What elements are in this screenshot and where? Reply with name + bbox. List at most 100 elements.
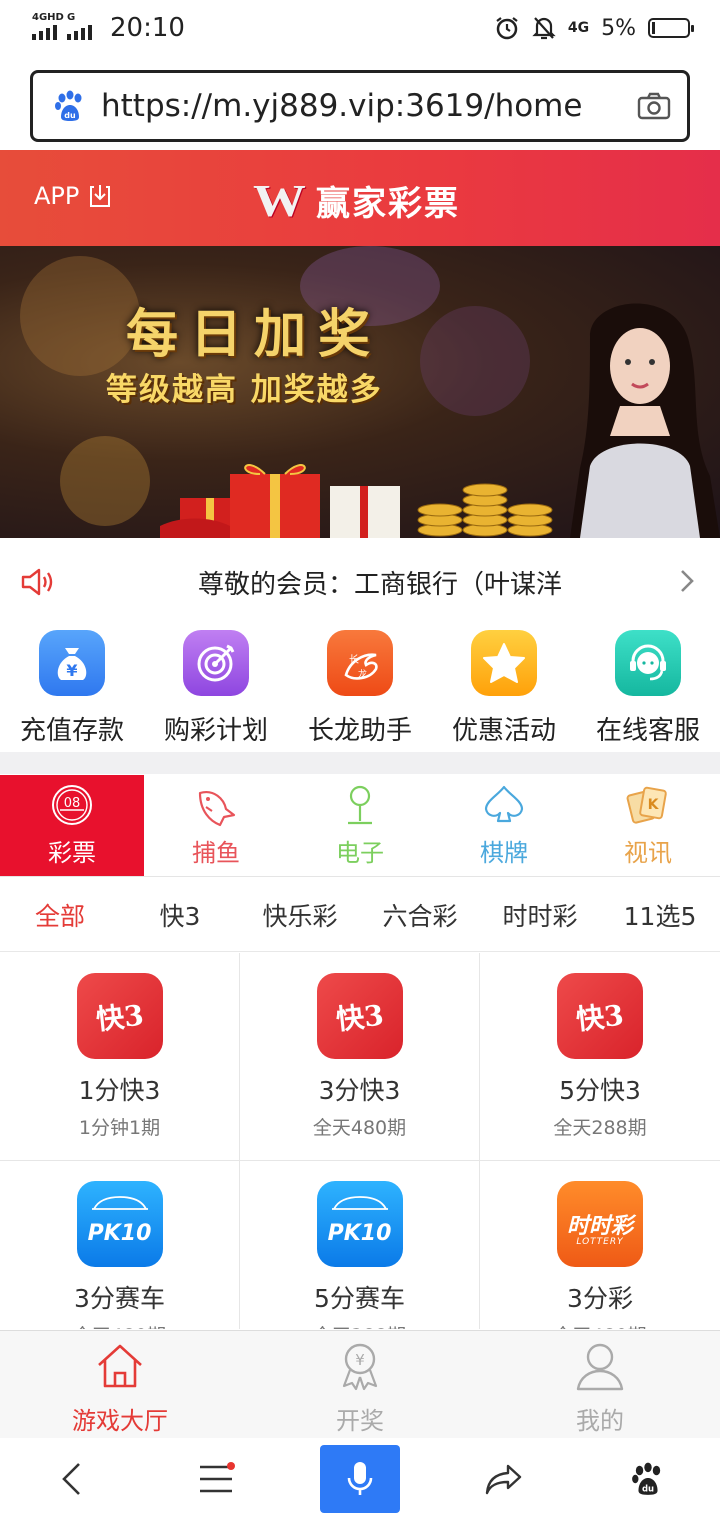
svg-text:du: du — [64, 111, 76, 120]
quick-link-deposit[interactable]: ¥ 充值存款 — [0, 630, 144, 752]
alarm-icon — [496, 17, 518, 40]
section-divider — [0, 752, 720, 774]
game-card[interactable]: 快3 3分快3 全天480期 — [240, 953, 480, 1161]
battery-percent: 5% — [601, 15, 636, 41]
target-icon — [183, 630, 249, 696]
back-button[interactable] — [0, 1461, 144, 1497]
model-photo — [570, 303, 720, 538]
screen: 4GHD G 20:10 4G 5% du https://m.yj889.vi… — [0, 0, 720, 1520]
baidu-home-button[interactable]: du — [576, 1461, 720, 1497]
game-schedule: 全天288期 — [313, 1321, 406, 1329]
subtab-k3[interactable]: 快3 — [120, 897, 240, 933]
game-name: 3分快3 — [318, 1076, 401, 1105]
nav-profile[interactable]: 我的 — [480, 1331, 720, 1438]
subtab-ssc[interactable]: 时时彩 — [480, 897, 600, 933]
tab-live-video[interactable]: K 视讯 — [576, 775, 720, 876]
game-card[interactable]: PK10 5分赛车 全天288期 — [240, 1161, 480, 1329]
menu-button[interactable] — [144, 1461, 288, 1497]
app-download-button[interactable]: APP — [34, 182, 113, 210]
signal-icon-2: G — [67, 12, 92, 40]
headset-icon — [615, 630, 681, 696]
nav-results[interactable]: ¥ 开奖 — [240, 1331, 480, 1438]
back-arrow-icon — [62, 1463, 80, 1495]
quick-links: ¥ 充值存款 购彩计划 长龙 长龙助手 优惠活动 在线客服 — [0, 630, 720, 752]
spade-icon — [484, 785, 524, 823]
tab-chess-cards[interactable]: 棋牌 — [432, 775, 576, 876]
signal-icon: 4GHD — [32, 12, 64, 40]
money-bag-icon: ¥ — [39, 630, 105, 696]
clock: 20:10 — [110, 13, 185, 43]
subtab-happy[interactable]: 快乐彩 — [240, 897, 360, 933]
network-4g-label: 4G — [567, 20, 590, 36]
lottery-badge: 08 — [64, 796, 81, 811]
game-schedule: 1分钟1期 — [78, 1117, 161, 1139]
quick-link-promotions[interactable]: 优惠活动 — [432, 630, 576, 752]
camera-icon[interactable] — [637, 92, 671, 120]
game-name: 5分赛车 — [314, 1284, 405, 1313]
user-icon — [576, 1343, 624, 1391]
ssc-logo-icon: 时时彩 LOTTERY — [557, 1181, 643, 1267]
star-icon — [471, 630, 537, 696]
svg-text:长: 长 — [349, 654, 359, 666]
status-bar: 4GHD G 20:10 4G 5% — [0, 0, 720, 56]
notice-text: 尊敬的会员：工商银行（叶谋洋 — [198, 570, 563, 600]
tab-electronic[interactable]: 电子 — [288, 775, 432, 876]
nav-label: 我的 — [576, 1407, 624, 1435]
tab-lottery[interactable]: 08 彩票 — [0, 775, 144, 876]
game-card[interactable]: PK10 3分赛车 全天480期 — [0, 1161, 240, 1329]
nav-label: 游戏大厅 — [72, 1407, 168, 1435]
svg-text:K: K — [648, 797, 660, 813]
voice-search-button[interactable] — [288, 1445, 432, 1513]
game-card[interactable]: 时时彩 LOTTERY 3分彩 全天480期 — [480, 1161, 720, 1329]
svg-text:du: du — [642, 1484, 654, 1494]
game-name: 3分赛车 — [74, 1284, 165, 1313]
nav-lobby[interactable]: 游戏大厅 — [0, 1331, 240, 1438]
baidu-paw-icon: du — [55, 90, 82, 121]
subtab-11x5[interactable]: 11选5 — [600, 897, 720, 933]
dragon-icon: 长龙 — [327, 630, 393, 696]
download-icon — [90, 185, 111, 207]
cards-icon: K — [626, 786, 667, 824]
category-tabs: 08 彩票 捕鱼 电子 棋牌 K 视讯 — [0, 775, 720, 877]
app-download-label: APP — [34, 182, 80, 210]
svg-text:¥: ¥ — [66, 661, 77, 680]
game-schedule: 全天480期 — [553, 1321, 646, 1329]
subtab-all[interactable]: 全部 — [0, 897, 120, 933]
quick-link-label: 充值存款 — [19, 716, 124, 746]
browser-toolbar: du — [0, 1438, 720, 1520]
share-icon — [485, 1464, 522, 1495]
battery-icon — [648, 18, 694, 38]
game-schedule: 全天480期 — [312, 1117, 407, 1139]
brand-name: 赢家彩票 — [316, 184, 460, 224]
svg-text:龙: 龙 — [358, 668, 367, 680]
site-header: APP W 赢家彩票 — [0, 150, 720, 246]
brand-mark: W — [253, 174, 306, 226]
baidu-paw-icon: du — [632, 1462, 661, 1495]
tab-fishing[interactable]: 捕鱼 — [144, 775, 288, 876]
brand-logo[interactable]: W 赢家彩票 — [253, 174, 460, 226]
promo-banner[interactable]: 每日加奖 等级越高 加奖越多 — [0, 246, 720, 538]
subtab-mark-six[interactable]: 六合彩 — [360, 897, 480, 933]
tab-label: 电子 — [336, 839, 384, 867]
game-card[interactable]: 快3 5分快3 全天288期 — [480, 953, 720, 1161]
quick-link-support[interactable]: 在线客服 — [576, 630, 720, 752]
quick-link-plan[interactable]: 购彩计划 — [144, 630, 288, 752]
game-name: 5分快3 — [559, 1076, 641, 1105]
fish-icon — [198, 791, 236, 827]
game-name: 3分彩 — [567, 1284, 633, 1313]
banner-title: 每日加奖 — [126, 304, 383, 365]
game-schedule: 全天288期 — [553, 1117, 647, 1139]
app-bottom-nav: 游戏大厅 ¥ 开奖 我的 — [0, 1330, 720, 1438]
mute-bell-icon — [532, 17, 556, 40]
tab-label: 棋牌 — [480, 839, 528, 867]
quick-link-dragon[interactable]: 长龙 长龙助手 — [288, 630, 432, 752]
url-text[interactable]: https://m.yj889.vip:3619/home — [101, 88, 637, 124]
joystick-icon — [348, 785, 372, 825]
chevron-right-icon[interactable] — [676, 568, 698, 594]
address-bar[interactable]: du https://m.yj889.vip:3619/home — [30, 70, 690, 142]
share-button[interactable] — [432, 1462, 576, 1496]
quick-link-label: 长龙助手 — [307, 716, 412, 746]
pk10-logo-icon: PK10 — [76, 1181, 163, 1267]
notice-bar[interactable]: 尊敬的会员：工商银行（叶谋洋 — [0, 540, 720, 624]
game-card[interactable]: 快3 1分快3 1分钟1期 — [0, 953, 240, 1161]
